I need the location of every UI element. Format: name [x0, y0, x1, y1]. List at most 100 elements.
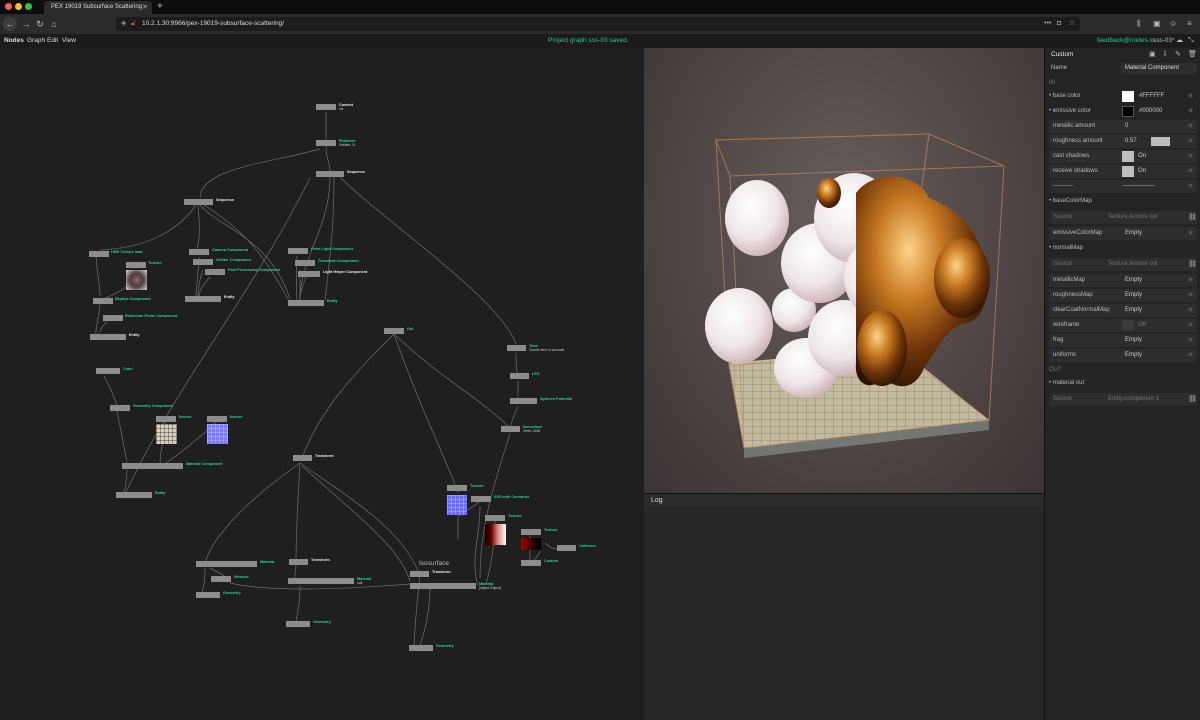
code-icon[interactable]: ▣	[1149, 48, 1156, 62]
graph-node-isosurface[interactable]: Isosurface Verts: 2208	[501, 425, 542, 433]
roughness-input[interactable]: 0.57	[1125, 134, 1137, 149]
graph-node-custom[interactable]: Custom	[521, 559, 558, 566]
graph-node-transform-2[interactable]: Transform	[289, 558, 330, 565]
graph-node-orbiter[interactable]: Orbiter Component	[193, 258, 251, 265]
graph-node-material-3[interactable]: Material [object Object]	[410, 582, 501, 590]
graph-node-material-component[interactable]: Material Component	[122, 462, 223, 469]
roughness-slider[interactable]	[1151, 137, 1170, 146]
cloud-icon[interactable]: ☁	[1176, 34, 1183, 48]
forward-icon[interactable]: →	[19, 17, 33, 31]
graph-node-gui[interactable]: Gui	[384, 327, 413, 334]
metallic-input[interactable]: 0	[1125, 119, 1128, 134]
visibility-eye-icon[interactable]: ◉	[1188, 149, 1193, 164]
account-icon[interactable]: ☺	[1169, 17, 1177, 31]
visibility-eye-icon[interactable]: ◉	[1188, 89, 1193, 104]
browser-tab[interactable]: PEX 19019 Subsurface Scattering ✕	[44, 1, 152, 14]
delete-icon[interactable]: 🗑︎	[1188, 48, 1197, 62]
visibility-eye-icon[interactable]: ◉	[1188, 164, 1193, 179]
graph-node-texture[interactable]: Texture	[126, 261, 161, 290]
graph-node-cube[interactable]: Cube	[96, 367, 133, 374]
cast-shadows-toggle[interactable]	[1122, 151, 1134, 162]
graph-node-material-1[interactable]: Material	[196, 560, 274, 567]
close-window-icon[interactable]	[5, 3, 12, 10]
graph-node-entity-3[interactable]: Entity	[288, 299, 338, 306]
graph-node-entity-4[interactable]: Entity	[116, 491, 166, 498]
new-tab-icon[interactable]: +	[157, 0, 163, 13]
graph-node-uniforms[interactable]: Uniforms	[557, 544, 596, 551]
graph-node-geometry-2[interactable]: Geometry	[286, 620, 331, 627]
visibility-eye-icon[interactable]: ◉	[1188, 333, 1193, 348]
minimize-window-icon[interactable]	[15, 3, 22, 10]
graph-node-texture-normal[interactable]: Texture	[207, 415, 242, 444]
maximize-window-icon[interactable]	[25, 3, 32, 10]
menu-nodes[interactable]: Nodes	[4, 34, 24, 48]
graph-node-context[interactable]: Context ctx	[316, 103, 353, 111]
normal-map-section[interactable]: • normalMap	[1049, 245, 1083, 251]
material-out-section[interactable]: • material out	[1049, 380, 1084, 386]
graph-node-time[interactable]: Time Counts time in seconds	[507, 344, 564, 352]
visibility-eye-icon[interactable]: ◉	[1188, 273, 1193, 288]
fullscreen-icon[interactable]: ⤡	[1188, 34, 1194, 48]
tab-close-icon[interactable]: ✕	[142, 1, 148, 14]
feedback-link[interactable]: feedback@nodes.io	[1097, 34, 1155, 48]
reload-icon[interactable]: ↻	[33, 17, 47, 31]
link-icon[interactable]: ⛓︎	[1188, 392, 1197, 407]
emissive-color-swatch[interactable]	[1122, 106, 1134, 117]
graph-node-geometry-1[interactable]: Geometry	[196, 591, 241, 598]
menu-view[interactable]: View	[62, 34, 76, 48]
graph-node-texture-lut[interactable]: Texture	[485, 514, 521, 545]
menu-edit[interactable]: Edit	[47, 34, 58, 48]
visibility-eye-icon[interactable]: ◉	[1188, 226, 1193, 241]
graph-node-hdr-texture[interactable]: HDR Texture load	[89, 250, 143, 257]
graph-node-texture-tiles[interactable]: Texture	[156, 415, 191, 444]
visibility-eye-icon[interactable]: ◉	[1188, 119, 1193, 134]
graph-node-sequence[interactable]: Sequence	[184, 198, 234, 205]
graph-node-transform-component[interactable]: Transform Component	[295, 259, 359, 266]
graph-node-camera[interactable]: Camera Component	[189, 248, 248, 255]
menu-graph[interactable]: Graph	[27, 34, 45, 48]
graph-node-texture-ramp[interactable]: Texture	[521, 528, 557, 550]
graph-node-window[interactable]: Window	[211, 575, 249, 582]
bookmark-star-icon[interactable]: ☆	[1069, 17, 1075, 31]
link-icon[interactable]: ⛓︎	[1188, 257, 1197, 272]
visibility-eye-icon[interactable]: ◉	[1188, 318, 1193, 333]
node-graph-canvas[interactable]: Context ctx Renderer Entities: 11 Sequen…	[0, 48, 644, 720]
base-color-swatch[interactable]	[1122, 91, 1134, 102]
receive-shadows-toggle[interactable]	[1122, 166, 1134, 177]
insecure-lock-icon[interactable]: 🔓︎	[131, 17, 136, 31]
visibility-eye-icon[interactable]: ◉	[1188, 134, 1193, 149]
render-viewport[interactable]	[644, 48, 1044, 493]
graph-node-post-processing[interactable]: Post Processing Component	[205, 268, 280, 275]
edit-icon[interactable]: ✎	[1175, 48, 1181, 62]
graph-node-skybox[interactable]: Skybox Component	[93, 297, 151, 304]
wireframe-toggle[interactable]	[1122, 320, 1134, 331]
home-icon[interactable]: ⌂	[47, 17, 61, 31]
visibility-eye-icon[interactable]: ◉	[1188, 288, 1193, 303]
visibility-eye-icon[interactable]: ◉	[1188, 104, 1193, 119]
sidebar-icon[interactable]: ▣	[1153, 17, 1161, 31]
visibility-eye-icon[interactable]: ◉	[1188, 348, 1193, 363]
more-icon[interactable]: •••	[1044, 17, 1051, 31]
base-color-map-section[interactable]: • baseColorMap	[1049, 198, 1092, 204]
graph-node-sequence-root[interactable]: Sequence	[316, 170, 365, 177]
graph-node-sss-curvature[interactable]: SSS with Curvature	[471, 495, 529, 502]
hamburger-menu-icon[interactable]: ≡	[1187, 17, 1192, 31]
graph-node-geometry-3[interactable]: Geometry	[409, 644, 454, 651]
graph-node-material-2[interactable]: Material null	[288, 577, 371, 585]
graph-node-transform-3[interactable]: Transform	[410, 570, 451, 577]
visibility-eye-icon[interactable]: ◉	[1188, 179, 1193, 194]
library-icon[interactable]: ⫼	[1137, 17, 1141, 31]
graph-node-lfo[interactable]: LFO	[510, 372, 540, 379]
link-icon[interactable]: ⛓︎	[1188, 210, 1197, 225]
graph-node-reflection-probe[interactable]: Reflection Probe Component	[103, 314, 177, 321]
back-icon[interactable]: ←	[3, 17, 17, 31]
graph-node-transform-main[interactable]: Transform	[293, 454, 334, 461]
log-pane[interactable]	[644, 507, 1044, 720]
download-icon[interactable]: ⇩	[1162, 48, 1168, 62]
graph-node-spheres-potential[interactable]: Spheres Potential	[510, 397, 572, 404]
pocket-icon[interactable]: ◘	[1057, 17, 1061, 31]
graph-node-renderer[interactable]: Renderer Entities: 11	[316, 139, 356, 147]
url-bar[interactable]: ◈ 🔓︎ 10.2.1.30:9966/pex-19019-subsurface…	[116, 17, 1080, 31]
graph-node-point-light[interactable]: Point Light Component	[288, 247, 353, 254]
graph-node-entity-1[interactable]: Entity	[90, 333, 140, 340]
